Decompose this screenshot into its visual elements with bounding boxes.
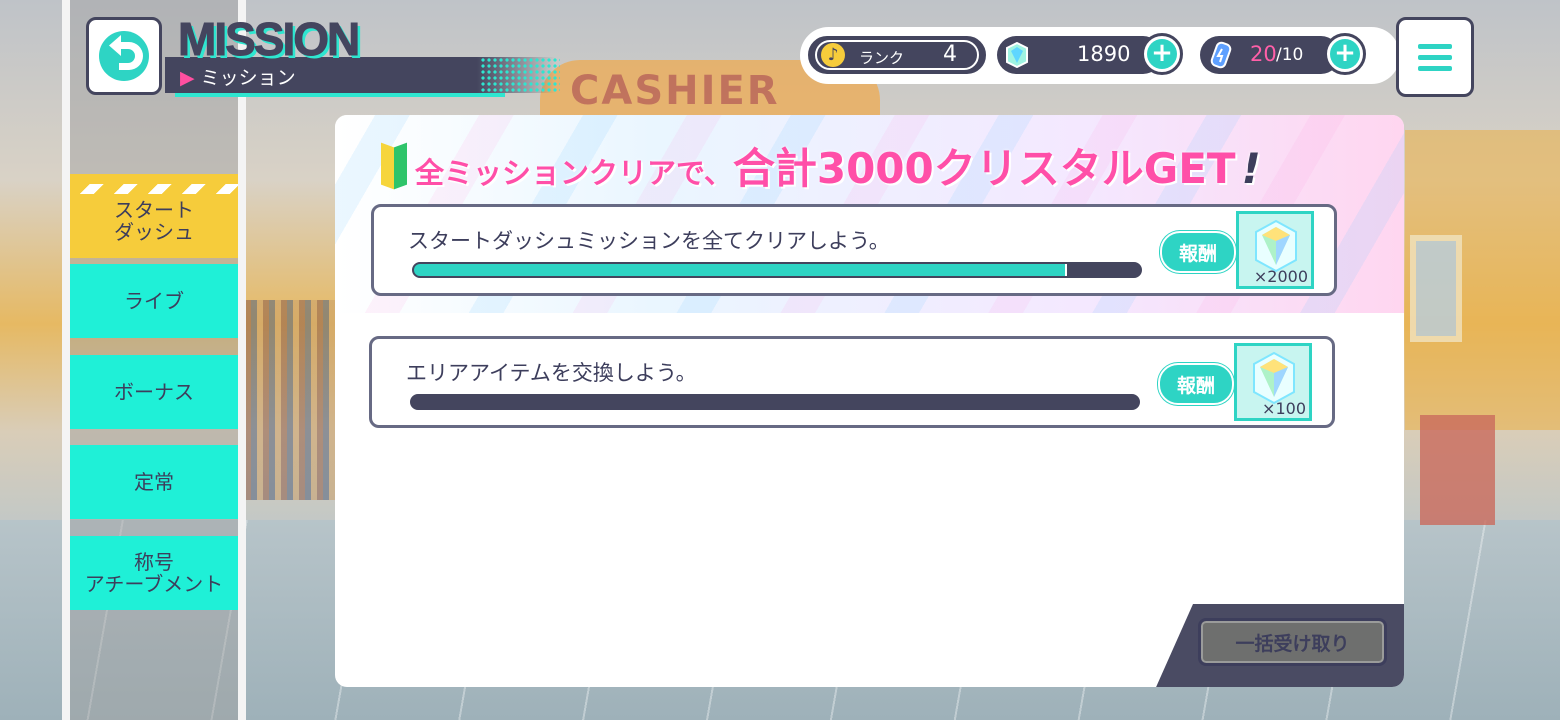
rank-value: 4	[943, 42, 957, 67]
banner-title-part1: 全ミッションクリアで、	[415, 156, 733, 190]
reward-item[interactable]: ×100	[1234, 343, 1312, 421]
crystal-count: 1890	[1077, 42, 1131, 66]
menu-button[interactable]	[1396, 17, 1474, 97]
sidebar-item-label: ボーナス	[114, 380, 194, 404]
sidebar-rail-right	[238, 0, 246, 720]
banner-title-part3: !	[1241, 144, 1261, 193]
music-note-icon: ♪	[821, 43, 845, 67]
plus-icon: +	[1147, 39, 1177, 69]
reward-badge: 報酬	[1160, 231, 1236, 273]
add-stamina-button[interactable]: +	[1324, 33, 1366, 75]
sidebar-item-label: 定常	[134, 470, 174, 494]
reward-item[interactable]: ×2000	[1236, 211, 1314, 289]
reward-quantity: ×2000	[1253, 267, 1308, 286]
triangle-icon: ▶	[180, 67, 195, 89]
crystal-display: 1890	[997, 36, 1162, 74]
mission-panel: 全ミッションクリアで、合計3000クリスタルGET! スタートダッシュミッション…	[335, 115, 1404, 687]
sidebar-item-bonus[interactable]: ボーナス	[70, 355, 238, 429]
menu-icon-line	[1418, 43, 1452, 49]
sidebar-item-live[interactable]: ライブ	[70, 264, 238, 338]
plus-icon: +	[1330, 39, 1360, 69]
background-sign-text: CASHIER	[570, 68, 780, 114]
title-bar-dots	[480, 57, 560, 93]
rank-display: ♪ ランク 4	[808, 36, 986, 74]
page-title: MISSION	[177, 13, 360, 66]
title-accent-line	[175, 93, 505, 97]
reward-badge: 報酬	[1158, 363, 1234, 405]
mission-progress-bar	[412, 262, 1142, 278]
sidebar-item-start-dash[interactable]: スタート ダッシュ	[70, 174, 238, 258]
page-subtitle-text: ミッション	[200, 67, 296, 89]
rank-label: ランク	[859, 49, 905, 67]
background-picture-frame	[1410, 235, 1462, 342]
background-bookshelf	[245, 300, 335, 500]
crystal-icon	[1005, 41, 1029, 72]
banner-title: 全ミッションクリアで、合計3000クリスタルGET!	[377, 135, 1261, 196]
stamina-display: 20 /10	[1200, 36, 1340, 74]
collect-all-button[interactable]: 一括受け取り	[1198, 618, 1387, 666]
menu-icon-line	[1418, 54, 1452, 60]
back-arrow-icon	[99, 31, 149, 81]
sidebar-item-regular[interactable]: 定常	[70, 445, 238, 519]
sidebar-item-label: ライブ	[124, 289, 184, 313]
sidebar-item-label: 称号 アチーブメント	[84, 550, 224, 596]
reward-quantity: ×100	[1262, 399, 1306, 418]
mission-text: スタートダッシュミッションを全てクリアしよう。	[408, 229, 890, 253]
mission-item[interactable]: エリアアイテムを交換しよう。 報酬 ×100	[369, 336, 1335, 428]
menu-icon-line	[1418, 65, 1452, 71]
back-button[interactable]	[86, 17, 162, 95]
mission-progress-fill	[414, 264, 1068, 276]
stamina-current: 20	[1250, 42, 1277, 66]
sidebar-item-label: スタート ダッシュ	[114, 198, 194, 244]
sidebar-rail-left	[62, 0, 70, 720]
background-counter	[1420, 415, 1495, 525]
mission-text: エリアアイテムを交換しよう。	[406, 361, 697, 385]
crystal-icon	[1255, 219, 1297, 273]
add-crystal-button[interactable]: +	[1141, 33, 1183, 75]
mission-item[interactable]: スタートダッシュミッションを全てクリアしよう。 報酬 ×2000	[371, 204, 1337, 296]
banner-title-part2: 合計3000クリスタルGET	[732, 144, 1236, 193]
mission-progress-bar	[410, 394, 1140, 410]
stamina-max: /10	[1276, 45, 1304, 65]
crystal-icon	[1253, 351, 1295, 405]
sidebar-item-achievement[interactable]: 称号 アチーブメント	[70, 536, 238, 610]
stamina-drink-icon	[1210, 41, 1232, 73]
page-subtitle: ▶ ミッション	[180, 63, 296, 90]
